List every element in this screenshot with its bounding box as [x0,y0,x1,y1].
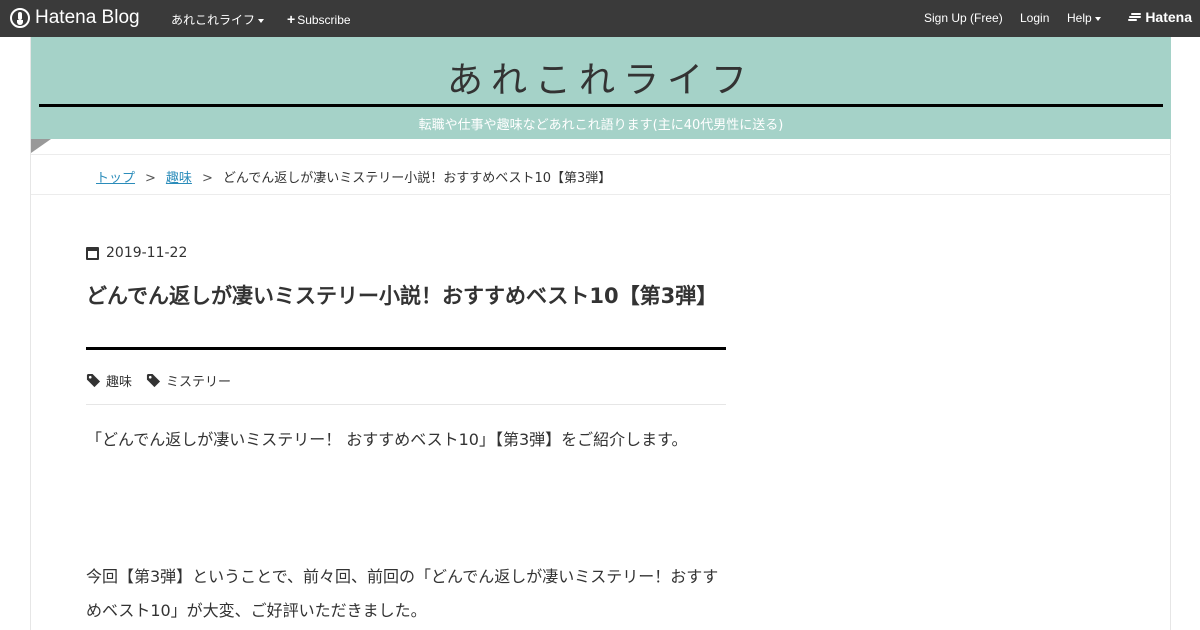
tag-item[interactable]: ミステリー [146,371,231,390]
breadcrumb-separator: > [201,171,213,186]
blog-description: 転職や仕事や趣味などあれこれ語ります(主に40代男性に送る) [418,118,784,133]
breadcrumb: トップ > 趣味 > どんでん返しが凄いミステリー小説！おすすめベスト10【第3弾】 [96,167,611,186]
hatena-logo-text: Hatena [1145,9,1192,25]
article-title[interactable]: どんでん返しが凄いミステリー小説！おすすめベスト10【第3弾】 [86,279,726,313]
header-fold-corner [31,139,51,153]
breadcrumb-current: どんでん返しが凄いミステリー小説！おすすめベスト10【第3弾】 [222,171,612,186]
breadcrumb-bar: トップ > 趣味 > どんでん返しが凄いミステリー小説！おすすめベスト10【第3弾】 [31,154,1171,195]
article-paragraph: 今回【第3弾】ということで、前々回、前回の「どんでん返しが凄いミステリー！おすす… [86,567,719,620]
blog-container: あれこれライフ 転職や仕事や趣味などあれこれ語ります(主に40代男性に送る) ト… [30,37,1171,630]
breadcrumb-top-link[interactable]: トップ [96,171,135,186]
hatena-blog-logo-icon [10,8,30,28]
logo-text: Hatena Blog [35,7,140,28]
chevron-down-icon [258,18,265,23]
tag-item[interactable]: 趣味 [86,371,132,390]
blog-header: あれこれライフ 転職や仕事や趣味などあれこれ語ります(主に40代男性に送る) [31,37,1171,139]
chevron-down-icon [1094,16,1101,21]
calendar-icon [86,246,99,260]
subscribe-label: Subscribe [297,13,351,27]
breadcrumb-category-link[interactable]: 趣味 [166,171,192,186]
hatena-logo[interactable]: Hatena [1128,9,1192,25]
blog-menu-label: あれこれライフ [171,13,256,27]
blog-menu-dropdown[interactable]: あれこれライフ [171,11,265,28]
header-divider [39,104,1163,107]
subscribe-button[interactable]: + Subscribe [287,11,351,27]
blog-title[interactable]: あれこれライフ [31,51,1171,103]
help-label: Help [1067,11,1092,25]
hatena-wave-icon [1128,12,1142,22]
article-paragraph: 「どんでん返しが凄いミステリー！ おすすめベスト10」【第3弾】をご紹介します。 [86,430,688,449]
tag-icon [86,373,101,388]
signup-link[interactable]: Sign Up (Free) [924,11,1003,25]
plus-icon: + [287,11,296,27]
hatena-blog-logo[interactable]: Hatena Blog [10,7,140,29]
tags-divider [86,404,726,405]
login-link[interactable]: Login [1020,11,1049,25]
title-underline [86,347,726,350]
breadcrumb-separator: > [145,171,156,186]
tag-icon [146,373,161,388]
help-dropdown[interactable]: Help [1067,11,1101,25]
tag-label: 趣味 [106,375,133,390]
tag-label: ミステリー [166,375,232,390]
hatena-navbar: Hatena Blog あれこれライフ + Subscribe Sign Up (… [0,0,1200,37]
article-date[interactable]: 2019-11-22 [86,245,187,261]
article-date-text: 2019-11-22 [106,245,188,261]
article-tags: 趣味 ミステリー [86,371,245,390]
